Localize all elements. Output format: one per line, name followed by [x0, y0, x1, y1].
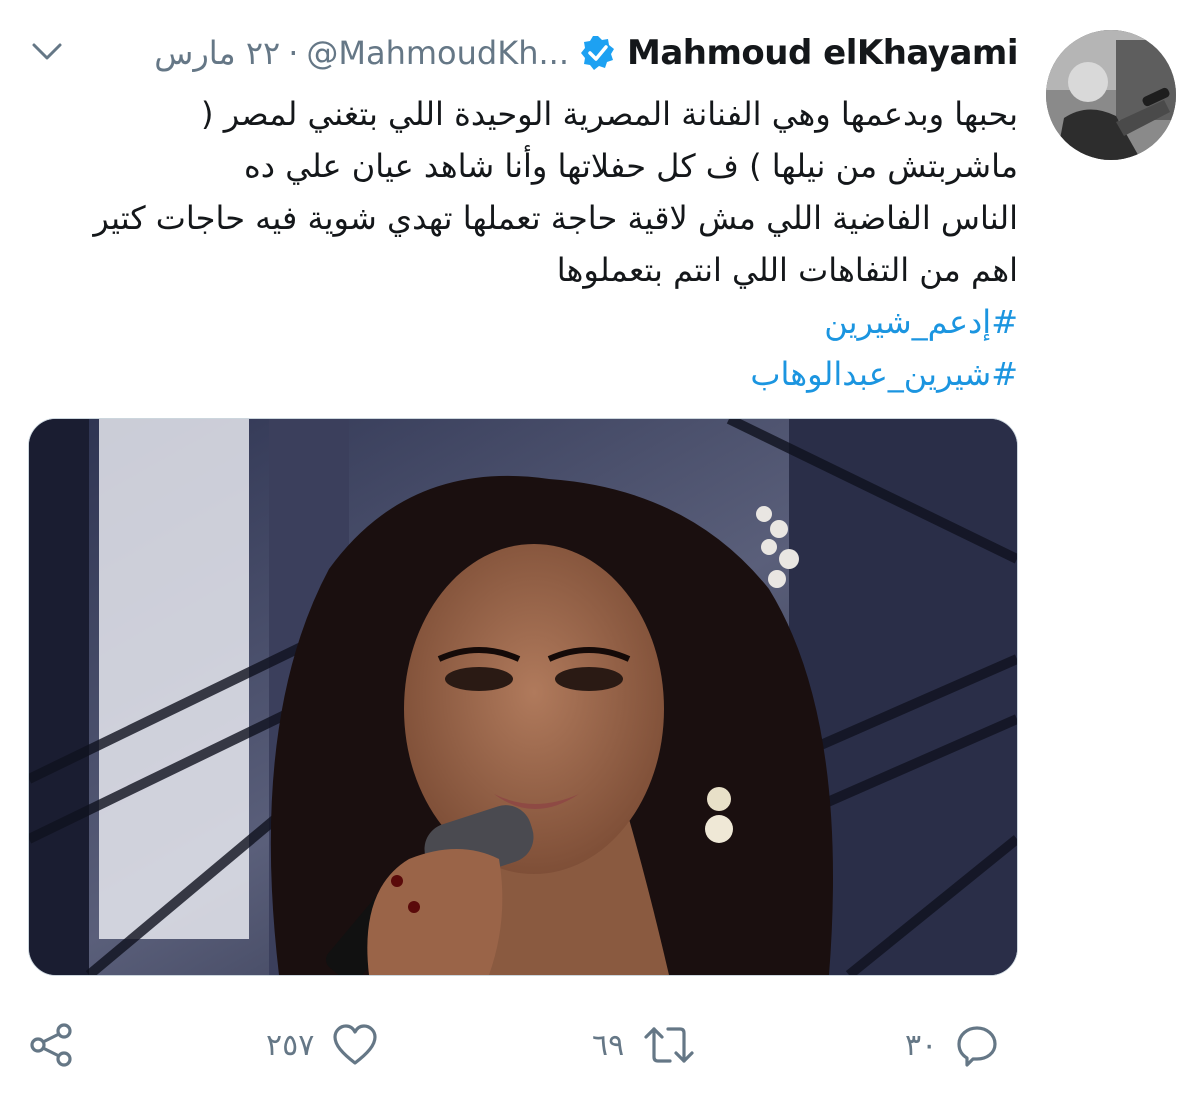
- tweet-actions: ٣٠ ٦٩ ٢٥٧: [0, 1010, 1200, 1080]
- tweet-line: الناس الفاضية اللي مش لاقية حاجة تعملها …: [93, 199, 1018, 237]
- tweet-card[interactable]: Mahmoud elKhayami @MahmoudKh... · ٢٢ مار…: [0, 0, 1200, 1102]
- chevron-down-icon[interactable]: [30, 40, 64, 64]
- tweet-media-image[interactable]: [28, 418, 1018, 976]
- tweet-text: بحبها وبدعمها وهي الفنانة المصرية الوحيد…: [18, 88, 1018, 400]
- reply-count: ٣٠: [905, 1027, 938, 1063]
- display-name[interactable]: Mahmoud elKhayami: [627, 33, 1019, 73]
- separator-dot: ·: [288, 34, 299, 72]
- hashtag-link[interactable]: #شيرين_عبدالوهاب: [18, 348, 1018, 400]
- tweet-header: Mahmoud elKhayami @MahmoudKh... · ٢٢ مار…: [154, 28, 1018, 78]
- reply-action[interactable]: ٣٠: [905, 1010, 999, 1080]
- share-icon[interactable]: [28, 1021, 76, 1069]
- timestamp[interactable]: ٢٢ مارس: [154, 34, 280, 72]
- handle[interactable]: @MahmoudKh...: [306, 34, 569, 72]
- share-action[interactable]: [28, 1010, 76, 1080]
- hashtag-link[interactable]: #إدعم_شيرين: [18, 296, 1018, 348]
- verified-badge-icon: [581, 36, 614, 70]
- tweet-line: بحبها وبدعمها وهي الفنانة المصرية الوحيد…: [201, 95, 1018, 133]
- tweet-line: اهم من التفاهات اللي انتم بتعملوها: [556, 251, 1018, 289]
- like-count: ٢٥٧: [266, 1027, 315, 1063]
- retweet-icon[interactable]: [642, 1023, 696, 1067]
- avatar[interactable]: [1046, 30, 1176, 160]
- retweet-count: ٦٩: [592, 1027, 625, 1063]
- like-action[interactable]: ٢٥٧: [266, 1010, 378, 1080]
- heart-icon[interactable]: [332, 1023, 378, 1067]
- reply-icon[interactable]: [955, 1023, 999, 1067]
- tweet-line: ماشربتش من نيلها ) ف كل حفلاتها وأنا شاه…: [244, 147, 1018, 185]
- retweet-action[interactable]: ٦٩: [592, 1010, 696, 1080]
